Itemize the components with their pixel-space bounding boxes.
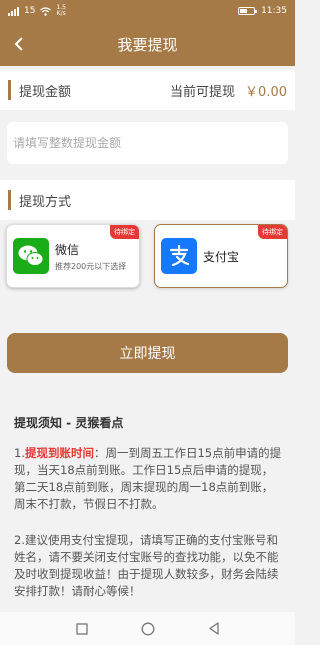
alipay-badge: 待绑定	[258, 225, 287, 239]
alipay-name: 支付宝	[203, 249, 240, 264]
notice-title: 提现须知 - 灵猴看点	[14, 416, 124, 430]
status-left: 15 1.5 K/s	[8, 5, 66, 17]
wechat-name: 微信	[55, 242, 80, 257]
status-right: 11:35	[238, 6, 287, 16]
method-section: 提现方式	[0, 180, 295, 220]
notice-paragraph-1: 1.提现到账时间：周一到周五工作日15点前申请的提现，当天18点前到账。工作日1…	[14, 445, 284, 513]
signal-text: 15	[24, 6, 36, 16]
signal-icon	[8, 6, 19, 16]
nav-bar: 我要提现	[0, 22, 295, 66]
status-bar: 15 1.5 K/s 11:35	[0, 0, 295, 22]
wifi-icon	[40, 6, 52, 16]
square-icon	[75, 622, 88, 635]
wechat-text: 微信 推荐200元以下选择	[55, 241, 126, 272]
back-nav-button[interactable]	[205, 620, 223, 638]
status-time: 11:35	[261, 6, 287, 16]
network-speed: 1.5 K/s	[56, 4, 66, 17]
notice-p1-prefix: 1.	[14, 446, 25, 460]
section-marker	[8, 190, 11, 210]
page-title: 我要提现	[117, 35, 178, 54]
home-button[interactable]	[139, 620, 157, 638]
alipay-text: 支付宝	[203, 248, 239, 265]
back-button[interactable]	[6, 30, 32, 58]
withdraw-button[interactable]: 立即提现	[7, 333, 288, 373]
alipay-option[interactable]: 待绑定 支付宝	[154, 224, 288, 288]
battery-fill	[240, 9, 248, 13]
wechat-option[interactable]: 待绑定 微信 推荐200元以下选择	[6, 224, 140, 288]
amount-section: 提现金额 当前可提现 ￥0.00	[0, 70, 295, 110]
chevron-left-icon	[14, 37, 23, 51]
amount-label: 提现金额	[19, 84, 72, 100]
balance-value: ￥0.00	[245, 84, 287, 100]
battery-icon	[238, 7, 258, 15]
circle-icon	[141, 622, 154, 635]
triangle-back-icon	[208, 622, 219, 635]
wechat-badge: 待绑定	[110, 225, 139, 239]
amount-input[interactable]	[7, 122, 288, 164]
wechat-sub: 推荐200元以下选择	[55, 261, 127, 271]
section-marker	[8, 80, 11, 100]
alipay-icon	[161, 238, 197, 274]
system-nav-bar	[0, 612, 295, 645]
wechat-icon	[13, 238, 49, 274]
notice-p1-highlight: 提现到账时间	[24, 446, 94, 460]
balance-label: 当前可提现	[170, 84, 236, 100]
recent-apps-button[interactable]	[73, 620, 91, 638]
method-label: 提现方式	[19, 194, 72, 210]
notice-paragraph-2: 2.建议使用支付宝提现，请填写正确的支付宝账号和姓名，请不要关闭支付宝账号的查找…	[14, 533, 279, 598]
